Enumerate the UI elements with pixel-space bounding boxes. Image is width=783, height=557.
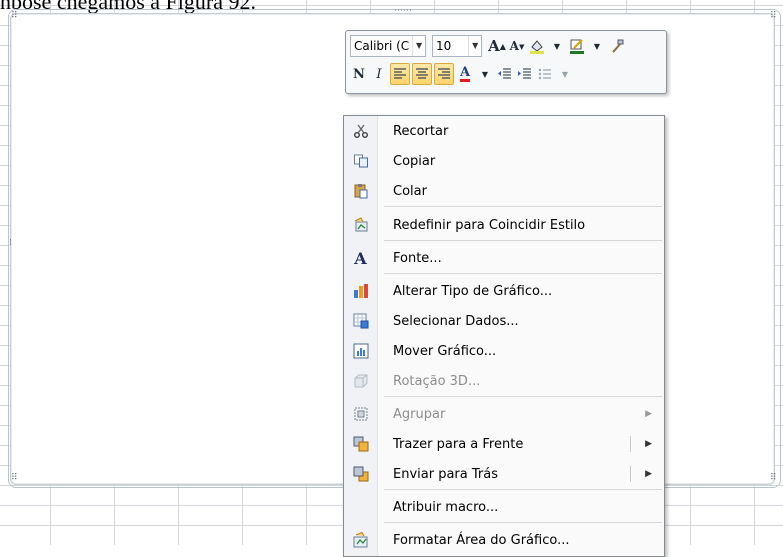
menu-separator [384, 273, 662, 274]
menu-item-label: Recortar [393, 123, 449, 139]
font-color-icon[interactable]: A [456, 64, 474, 84]
menu-item-trazer-frente[interactable]: Trazer para a Frente ▶ [344, 429, 664, 459]
menu-item-label: Copiar [393, 153, 436, 169]
font-size-value: 10 [436, 39, 452, 53]
chevron-down-icon[interactable]: ▼ [476, 64, 494, 84]
resize-handle-left[interactable]: ⁞ [9, 239, 12, 248]
menu-item-label: Agrupar [393, 406, 446, 422]
bring-front-icon [344, 436, 377, 452]
resize-handle-bottom-right[interactable]: ⠿ [770, 474, 777, 483]
menu-item-colar[interactable]: Colar [344, 176, 664, 206]
menu-item-label: Alterar Tipo de Gráfico... [393, 283, 553, 299]
chevron-down-icon: ▼ [561, 69, 569, 79]
menu-item-label: Trazer para a Frente [393, 436, 524, 452]
menu-item-redefinir-estilo[interactable]: Redefinir para Coincidir Estilo [344, 210, 664, 240]
menu-item-label: Atribuir macro... [393, 499, 499, 515]
split-divider [630, 466, 631, 482]
menu-item-alterar-tipo-grafico[interactable]: Alterar Tipo de Gráfico... [344, 276, 664, 306]
format-chart-area-icon [344, 532, 377, 548]
menu-item-label: Formatar Área do Gráfico... [393, 532, 570, 548]
rotation-3d-icon [344, 373, 377, 389]
resize-handle-bottom-left[interactable]: ⠿ [11, 474, 18, 483]
submenu-arrow-icon[interactable]: ▶ [645, 439, 652, 449]
italic-button[interactable]: I [370, 64, 388, 84]
menu-item-agrupar: Agrupar ▶ [344, 399, 664, 429]
align-left-button[interactable] [390, 63, 410, 85]
resize-handle-top[interactable]: ⋯⋯ [394, 7, 412, 16]
chevron-down-icon[interactable]: ▼ [468, 36, 481, 56]
context-menu: Recortar Copiar Colar Redefinir para Coi… [343, 115, 665, 557]
menu-item-label: Rotação 3D... [393, 373, 481, 389]
menu-item-fonte[interactable]: A Fonte... [344, 243, 664, 273]
menu-item-label: Redefinir para Coincidir Estilo [393, 217, 586, 233]
align-right-button[interactable] [434, 63, 454, 85]
menu-item-mover-grafico[interactable]: Mover Gráfico... [344, 336, 664, 366]
chevron-down-icon[interactable]: ▼ [412, 36, 425, 56]
menu-item-label: Enviar para Trás [393, 466, 498, 482]
menu-item-formatar-area-grafico[interactable]: Formatar Área do Gráfico... [344, 525, 664, 555]
select-data-icon [344, 313, 377, 329]
send-back-icon [344, 466, 377, 482]
copy-icon [344, 153, 377, 169]
bold-button[interactable]: N [350, 64, 368, 84]
chevron-down-icon[interactable]: ▼ [588, 36, 606, 56]
move-chart-icon [344, 343, 377, 359]
decrease-indent-icon[interactable] [496, 64, 514, 84]
menu-item-atribuir-macro[interactable]: Atribuir macro... [344, 492, 664, 522]
menu-item-label: Fonte... [393, 250, 442, 266]
chart-type-icon [344, 283, 377, 299]
font-name-value: Calibri (C [354, 39, 410, 53]
mini-toolbar: Calibri (C ▼ 10 ▼ A ▲ A ▼ ▼ ▼ N I A ▼ ▼ [345, 30, 667, 94]
menu-item-label: Colar [393, 183, 427, 199]
menu-separator [384, 240, 662, 241]
chevron-down-icon[interactable]: ▼ [548, 36, 566, 56]
group-icon [344, 406, 377, 422]
resize-handle-top-left[interactable]: ⠿ [11, 12, 18, 21]
submenu-arrow-icon[interactable]: ▶ [645, 469, 652, 479]
resize-handle-top-right[interactable]: ⠿ [770, 12, 777, 21]
align-center-button[interactable] [412, 63, 432, 85]
submenu-arrow-icon: ▶ [645, 409, 652, 419]
menu-item-enviar-tras[interactable]: Enviar para Trás ▶ [344, 459, 664, 489]
menu-item-recortar[interactable]: Recortar [344, 116, 664, 146]
menu-separator [384, 489, 662, 490]
fill-color-icon[interactable] [528, 36, 546, 56]
shrink-font-icon[interactable]: A ▼ [508, 36, 526, 56]
split-divider [630, 436, 631, 452]
menu-separator [384, 522, 662, 523]
increase-indent-icon[interactable] [516, 64, 534, 84]
menu-item-rotacao-3d: Rotação 3D... [344, 366, 664, 396]
menu-item-copiar[interactable]: Copiar [344, 146, 664, 176]
menu-separator [384, 206, 662, 207]
reset-style-icon [344, 217, 377, 233]
font-icon: A [354, 248, 367, 268]
bullets-icon [536, 64, 554, 84]
menu-item-selecionar-dados[interactable]: Selecionar Dados... [344, 306, 664, 336]
font-name-combo[interactable]: Calibri (C ▼ [350, 35, 426, 57]
menu-separator [384, 396, 662, 397]
grow-font-icon[interactable]: A ▲ [488, 36, 506, 56]
paste-icon [344, 183, 377, 199]
font-size-combo[interactable]: 10 ▼ [432, 35, 482, 57]
menu-item-label: Mover Gráfico... [393, 343, 497, 359]
format-painter-icon[interactable] [608, 36, 626, 56]
scissors-icon [344, 123, 377, 139]
outline-color-icon[interactable] [568, 36, 586, 56]
menu-item-label: Selecionar Dados... [393, 313, 519, 329]
